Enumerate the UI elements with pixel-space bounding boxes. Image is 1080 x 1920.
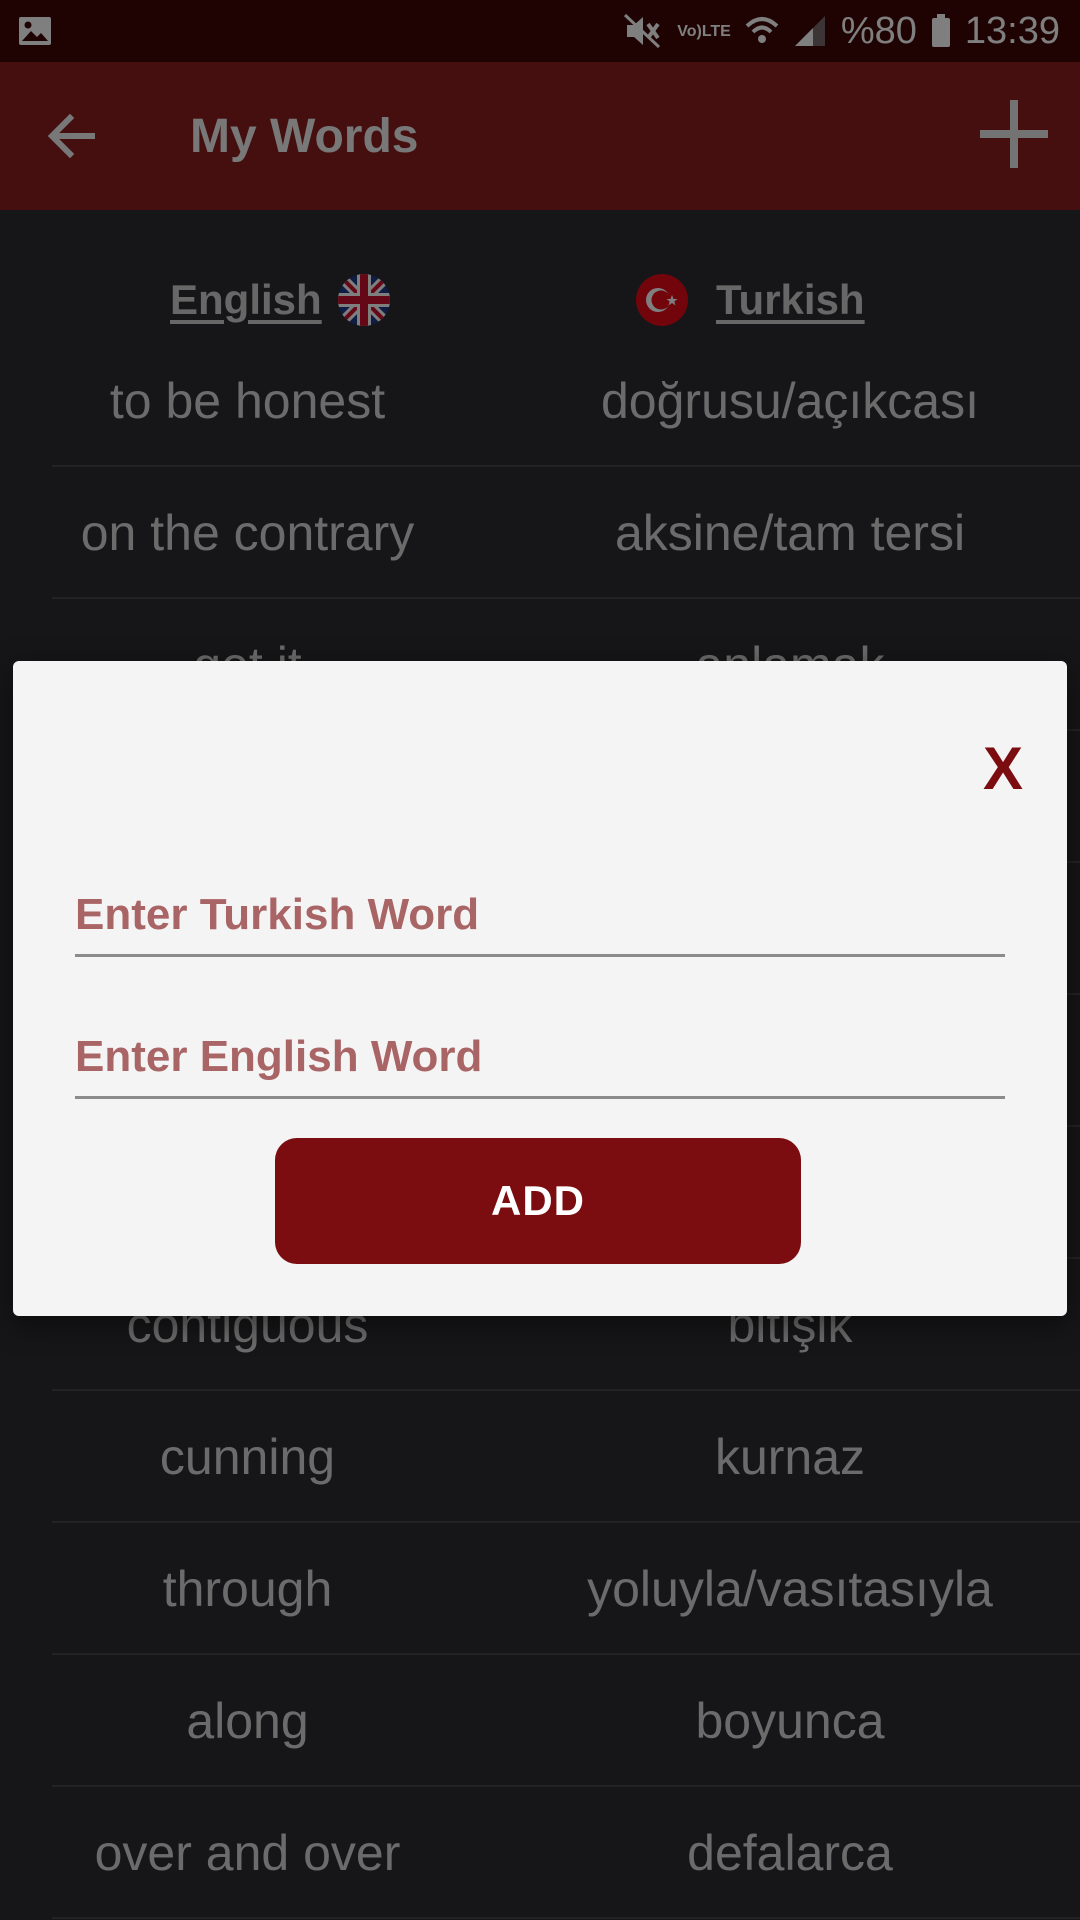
add-button[interactable]: ADD xyxy=(275,1138,801,1264)
english-word-input[interactable] xyxy=(75,989,1005,1099)
close-dialog-button[interactable]: X xyxy=(968,723,1038,813)
add-word-dialog: X ADD xyxy=(13,661,1067,1316)
turkish-word-input[interactable] xyxy=(75,847,1005,957)
